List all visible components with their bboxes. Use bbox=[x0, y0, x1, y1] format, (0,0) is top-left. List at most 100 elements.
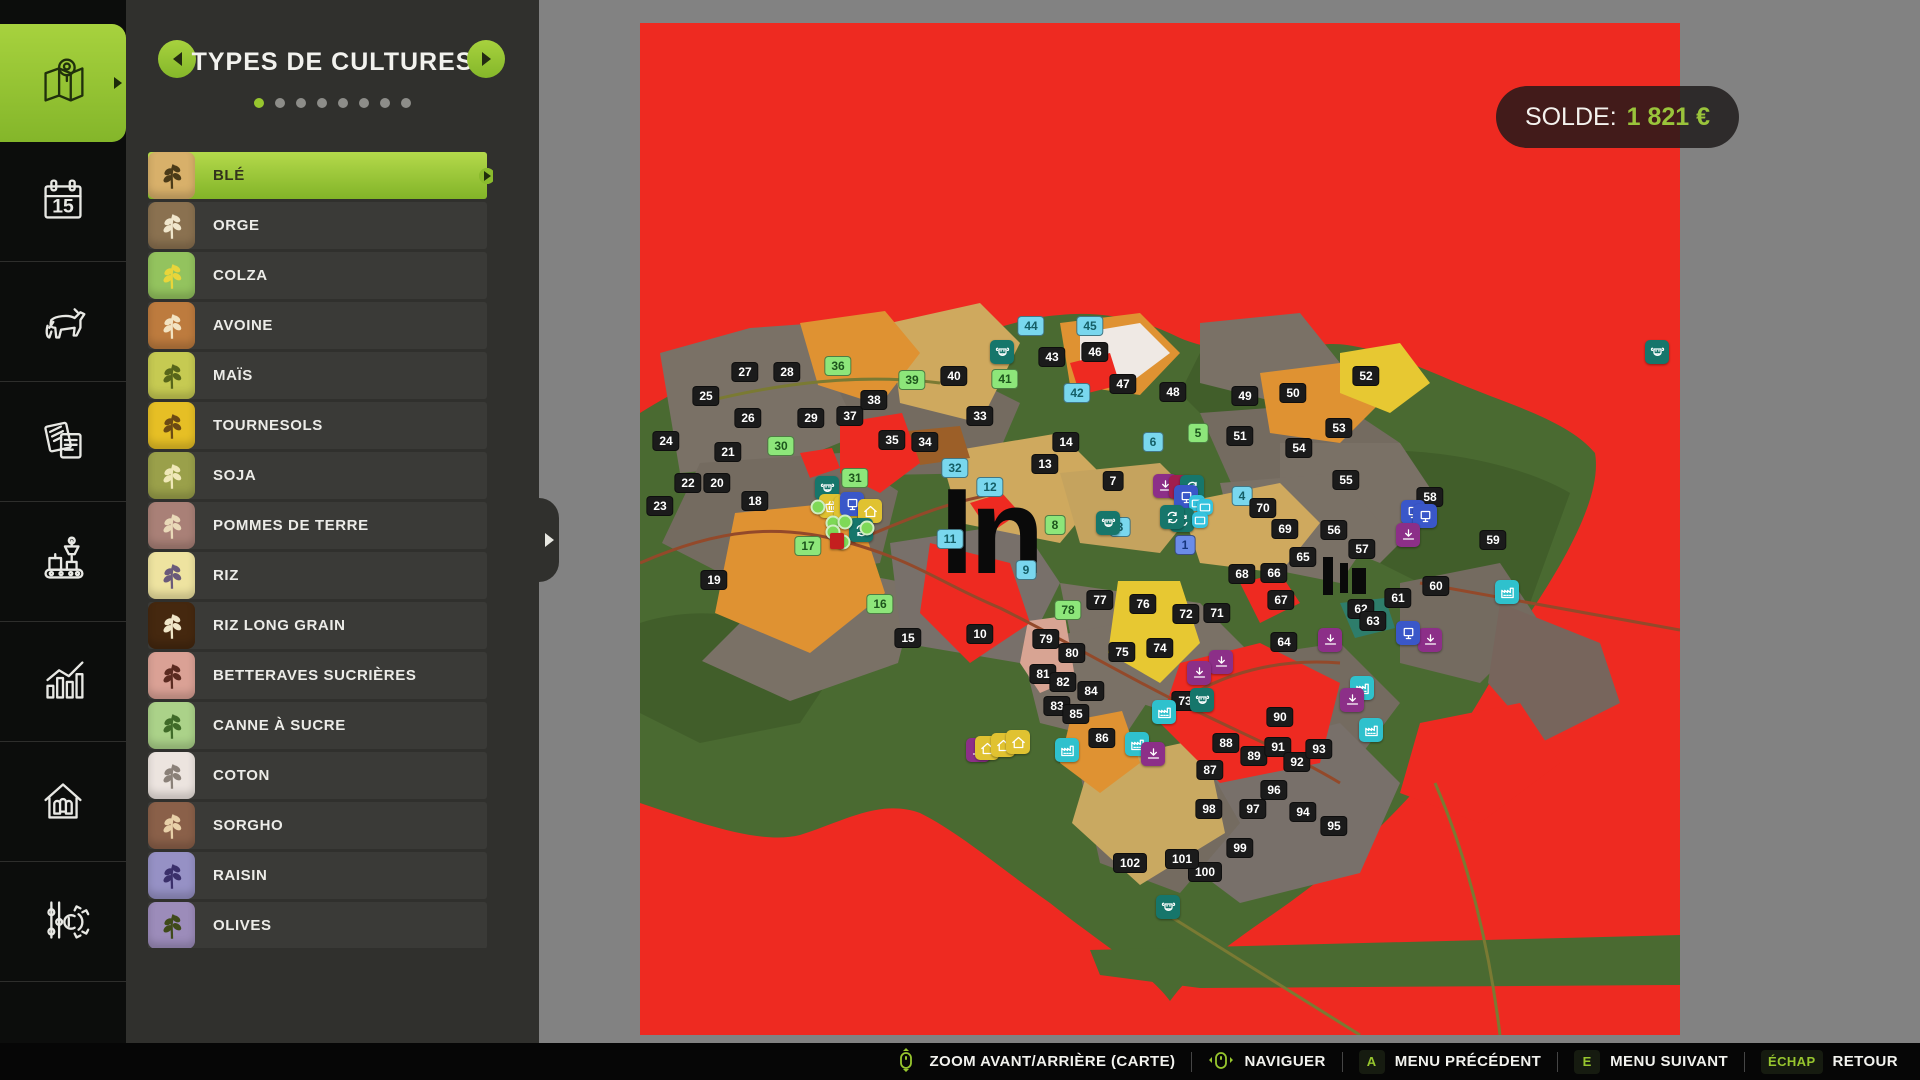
crop-item-orge[interactable]: ORGE bbox=[148, 202, 487, 249]
map-icon-cow[interactable] bbox=[1190, 688, 1214, 712]
crop-item-coton[interactable]: COTON bbox=[148, 752, 487, 799]
field-badge-90[interactable]: 90 bbox=[1266, 707, 1293, 727]
field-badge-11[interactable]: 11 bbox=[937, 529, 964, 549]
crop-item-pommes-de-terre[interactable]: POMMES DE TERRE bbox=[148, 502, 487, 549]
field-badge-74[interactable]: 74 bbox=[1146, 638, 1173, 658]
sidebar-item-settings[interactable] bbox=[0, 864, 126, 982]
field-badge-15[interactable]: 15 bbox=[894, 628, 921, 648]
field-badge-72[interactable]: 72 bbox=[1172, 604, 1199, 624]
map-icon-dot[interactable] bbox=[811, 500, 826, 515]
map-icon-cow[interactable] bbox=[1645, 340, 1669, 364]
field-badge-38[interactable]: 38 bbox=[860, 390, 887, 410]
field-badge-56[interactable]: 56 bbox=[1320, 520, 1347, 540]
field-badge-69[interactable]: 69 bbox=[1271, 519, 1298, 539]
field-badge-7[interactable]: 7 bbox=[1103, 471, 1124, 491]
sidebar-item-map[interactable] bbox=[0, 24, 126, 142]
field-badge-93[interactable]: 93 bbox=[1305, 739, 1332, 759]
map-icon-dot[interactable] bbox=[838, 515, 853, 530]
field-badge-18[interactable]: 18 bbox=[741, 491, 768, 511]
crop-item-riz[interactable]: RIZ bbox=[148, 552, 487, 599]
crop-item-avoine[interactable]: AVOINE bbox=[148, 302, 487, 349]
field-badge-45[interactable]: 45 bbox=[1076, 316, 1103, 336]
field-badge-30[interactable]: 30 bbox=[767, 436, 794, 456]
field-badge-84[interactable]: 84 bbox=[1077, 681, 1104, 701]
field-badge-96[interactable]: 96 bbox=[1260, 780, 1287, 800]
field-badge-6[interactable]: 6 bbox=[1143, 432, 1164, 452]
hint-menu-suivant[interactable]: EMENU SUIVANT bbox=[1574, 1050, 1728, 1074]
field-badge-97[interactable]: 97 bbox=[1239, 799, 1266, 819]
map-viewport[interactable]: In 1345678910111213141516171819202122232… bbox=[640, 23, 1680, 1035]
crop-item-sorgho[interactable]: SORGHO bbox=[148, 802, 487, 849]
field-badge-47[interactable]: 47 bbox=[1109, 374, 1136, 394]
field-badge-24[interactable]: 24 bbox=[652, 431, 679, 451]
field-badge-53[interactable]: 53 bbox=[1325, 418, 1352, 438]
map-icon-download[interactable] bbox=[1340, 688, 1364, 712]
map-icon-download[interactable] bbox=[1318, 628, 1342, 652]
map-icon-factory[interactable] bbox=[1152, 700, 1176, 724]
map-icon-cow[interactable] bbox=[990, 340, 1014, 364]
map-icon-cow[interactable] bbox=[1096, 511, 1120, 535]
map-icon-factory[interactable] bbox=[1495, 580, 1519, 604]
field-badge-79[interactable]: 79 bbox=[1032, 629, 1059, 649]
map-icon-factory[interactable] bbox=[1359, 718, 1383, 742]
field-badge-33[interactable]: 33 bbox=[966, 406, 993, 426]
field-badge-42[interactable]: 42 bbox=[1063, 383, 1090, 403]
crop-item-riz-long-grain[interactable]: RIZ LONG GRAIN bbox=[148, 602, 487, 649]
crop-item-olives[interactable]: OLIVES bbox=[148, 902, 487, 948]
crop-item-colza[interactable]: COLZA bbox=[148, 252, 487, 299]
map-icon-download[interactable] bbox=[1396, 523, 1420, 547]
crop-item-bl-[interactable]: BLÉ bbox=[148, 152, 487, 199]
field-badge-60[interactable]: 60 bbox=[1422, 576, 1449, 596]
field-badge-71[interactable]: 71 bbox=[1203, 603, 1230, 623]
sidebar-item-calendar[interactable]: 15 bbox=[0, 144, 126, 262]
hint-menu-pr-c-dent[interactable]: AMENU PRÉCÉDENT bbox=[1359, 1050, 1541, 1074]
field-badge-99[interactable]: 99 bbox=[1226, 838, 1253, 858]
field-badge-59[interactable]: 59 bbox=[1479, 530, 1506, 550]
field-badge-82[interactable]: 82 bbox=[1049, 672, 1076, 692]
map-icon-house[interactable] bbox=[1006, 730, 1030, 754]
field-badge-66[interactable]: 66 bbox=[1260, 563, 1287, 583]
field-badge-21[interactable]: 21 bbox=[714, 442, 741, 462]
crop-item-betteraves-sucri-res[interactable]: BETTERAVES SUCRIÈRES bbox=[148, 652, 487, 699]
field-badge-39[interactable]: 39 bbox=[898, 370, 925, 390]
field-badge-20[interactable]: 20 bbox=[703, 473, 730, 493]
field-badge-54[interactable]: 54 bbox=[1285, 438, 1312, 458]
sidebar-item-buildings[interactable] bbox=[0, 744, 126, 862]
map-icon-red-m[interactable] bbox=[830, 533, 844, 549]
field-badge-65[interactable]: 65 bbox=[1289, 547, 1316, 567]
field-badge-87[interactable]: 87 bbox=[1196, 760, 1223, 780]
map-icon-cyan-s[interactable] bbox=[1192, 512, 1208, 528]
field-badge-49[interactable]: 49 bbox=[1231, 386, 1258, 406]
field-badge-27[interactable]: 27 bbox=[731, 362, 758, 382]
field-badge-41[interactable]: 41 bbox=[991, 369, 1018, 389]
field-badge-86[interactable]: 86 bbox=[1088, 728, 1115, 748]
field-badge-40[interactable]: 40 bbox=[940, 366, 967, 386]
sidebar-item-statistics[interactable] bbox=[0, 624, 126, 742]
field-badge-1[interactable]: 1 bbox=[1175, 535, 1196, 555]
hint-retour[interactable]: ÉCHAPRETOUR bbox=[1761, 1050, 1898, 1074]
sidebar-item-animals[interactable] bbox=[0, 264, 126, 382]
field-badge-98[interactable]: 98 bbox=[1195, 799, 1222, 819]
field-badge-37[interactable]: 37 bbox=[836, 406, 863, 426]
field-badge-80[interactable]: 80 bbox=[1058, 643, 1085, 663]
field-badge-23[interactable]: 23 bbox=[646, 496, 673, 516]
map-icon-cow[interactable] bbox=[1156, 895, 1180, 919]
field-badge-8[interactable]: 8 bbox=[1045, 515, 1066, 535]
field-badge-19[interactable]: 19 bbox=[700, 570, 727, 590]
field-badge-95[interactable]: 95 bbox=[1320, 816, 1347, 836]
field-badge-75[interactable]: 75 bbox=[1108, 642, 1135, 662]
field-badge-70[interactable]: 70 bbox=[1249, 498, 1276, 518]
field-badge-32[interactable]: 32 bbox=[941, 458, 968, 478]
next-page-button[interactable] bbox=[467, 40, 505, 78]
map-icon-dot[interactable] bbox=[860, 521, 875, 536]
field-badge-64[interactable]: 64 bbox=[1270, 632, 1297, 652]
field-badge-25[interactable]: 25 bbox=[692, 386, 719, 406]
field-badge-10[interactable]: 10 bbox=[966, 624, 993, 644]
hint-zoom-avant-arri-re-carte-[interactable]: ZOOM AVANT/ARRIÈRE (CARTE) bbox=[893, 1047, 1175, 1077]
field-badge-48[interactable]: 48 bbox=[1159, 382, 1186, 402]
field-badge-34[interactable]: 34 bbox=[911, 432, 938, 452]
map-icon-factory[interactable] bbox=[1055, 738, 1079, 762]
field-badge-43[interactable]: 43 bbox=[1038, 347, 1065, 367]
field-badge-76[interactable]: 76 bbox=[1129, 594, 1156, 614]
field-badge-22[interactable]: 22 bbox=[674, 473, 701, 493]
